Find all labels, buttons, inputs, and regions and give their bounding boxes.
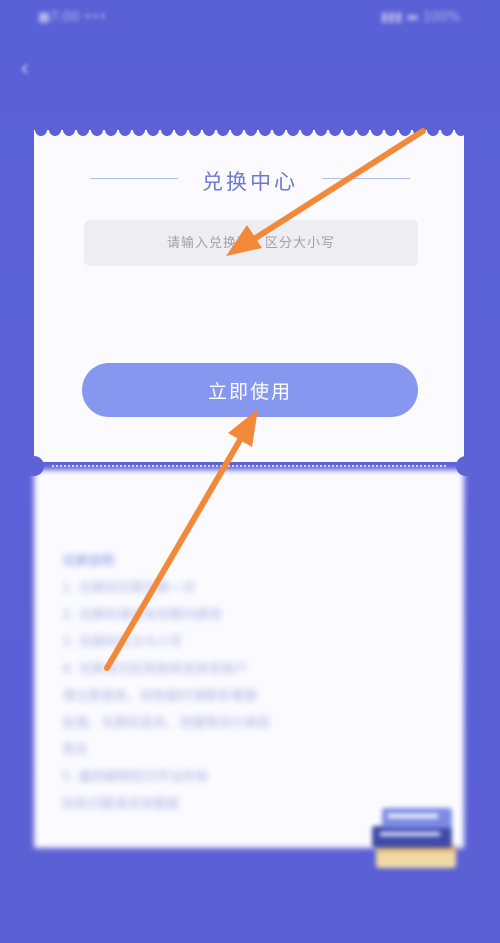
annotation-arrows (104, 128, 426, 671)
arrow-to-input (226, 128, 426, 256)
arrow-to-button (104, 409, 258, 671)
